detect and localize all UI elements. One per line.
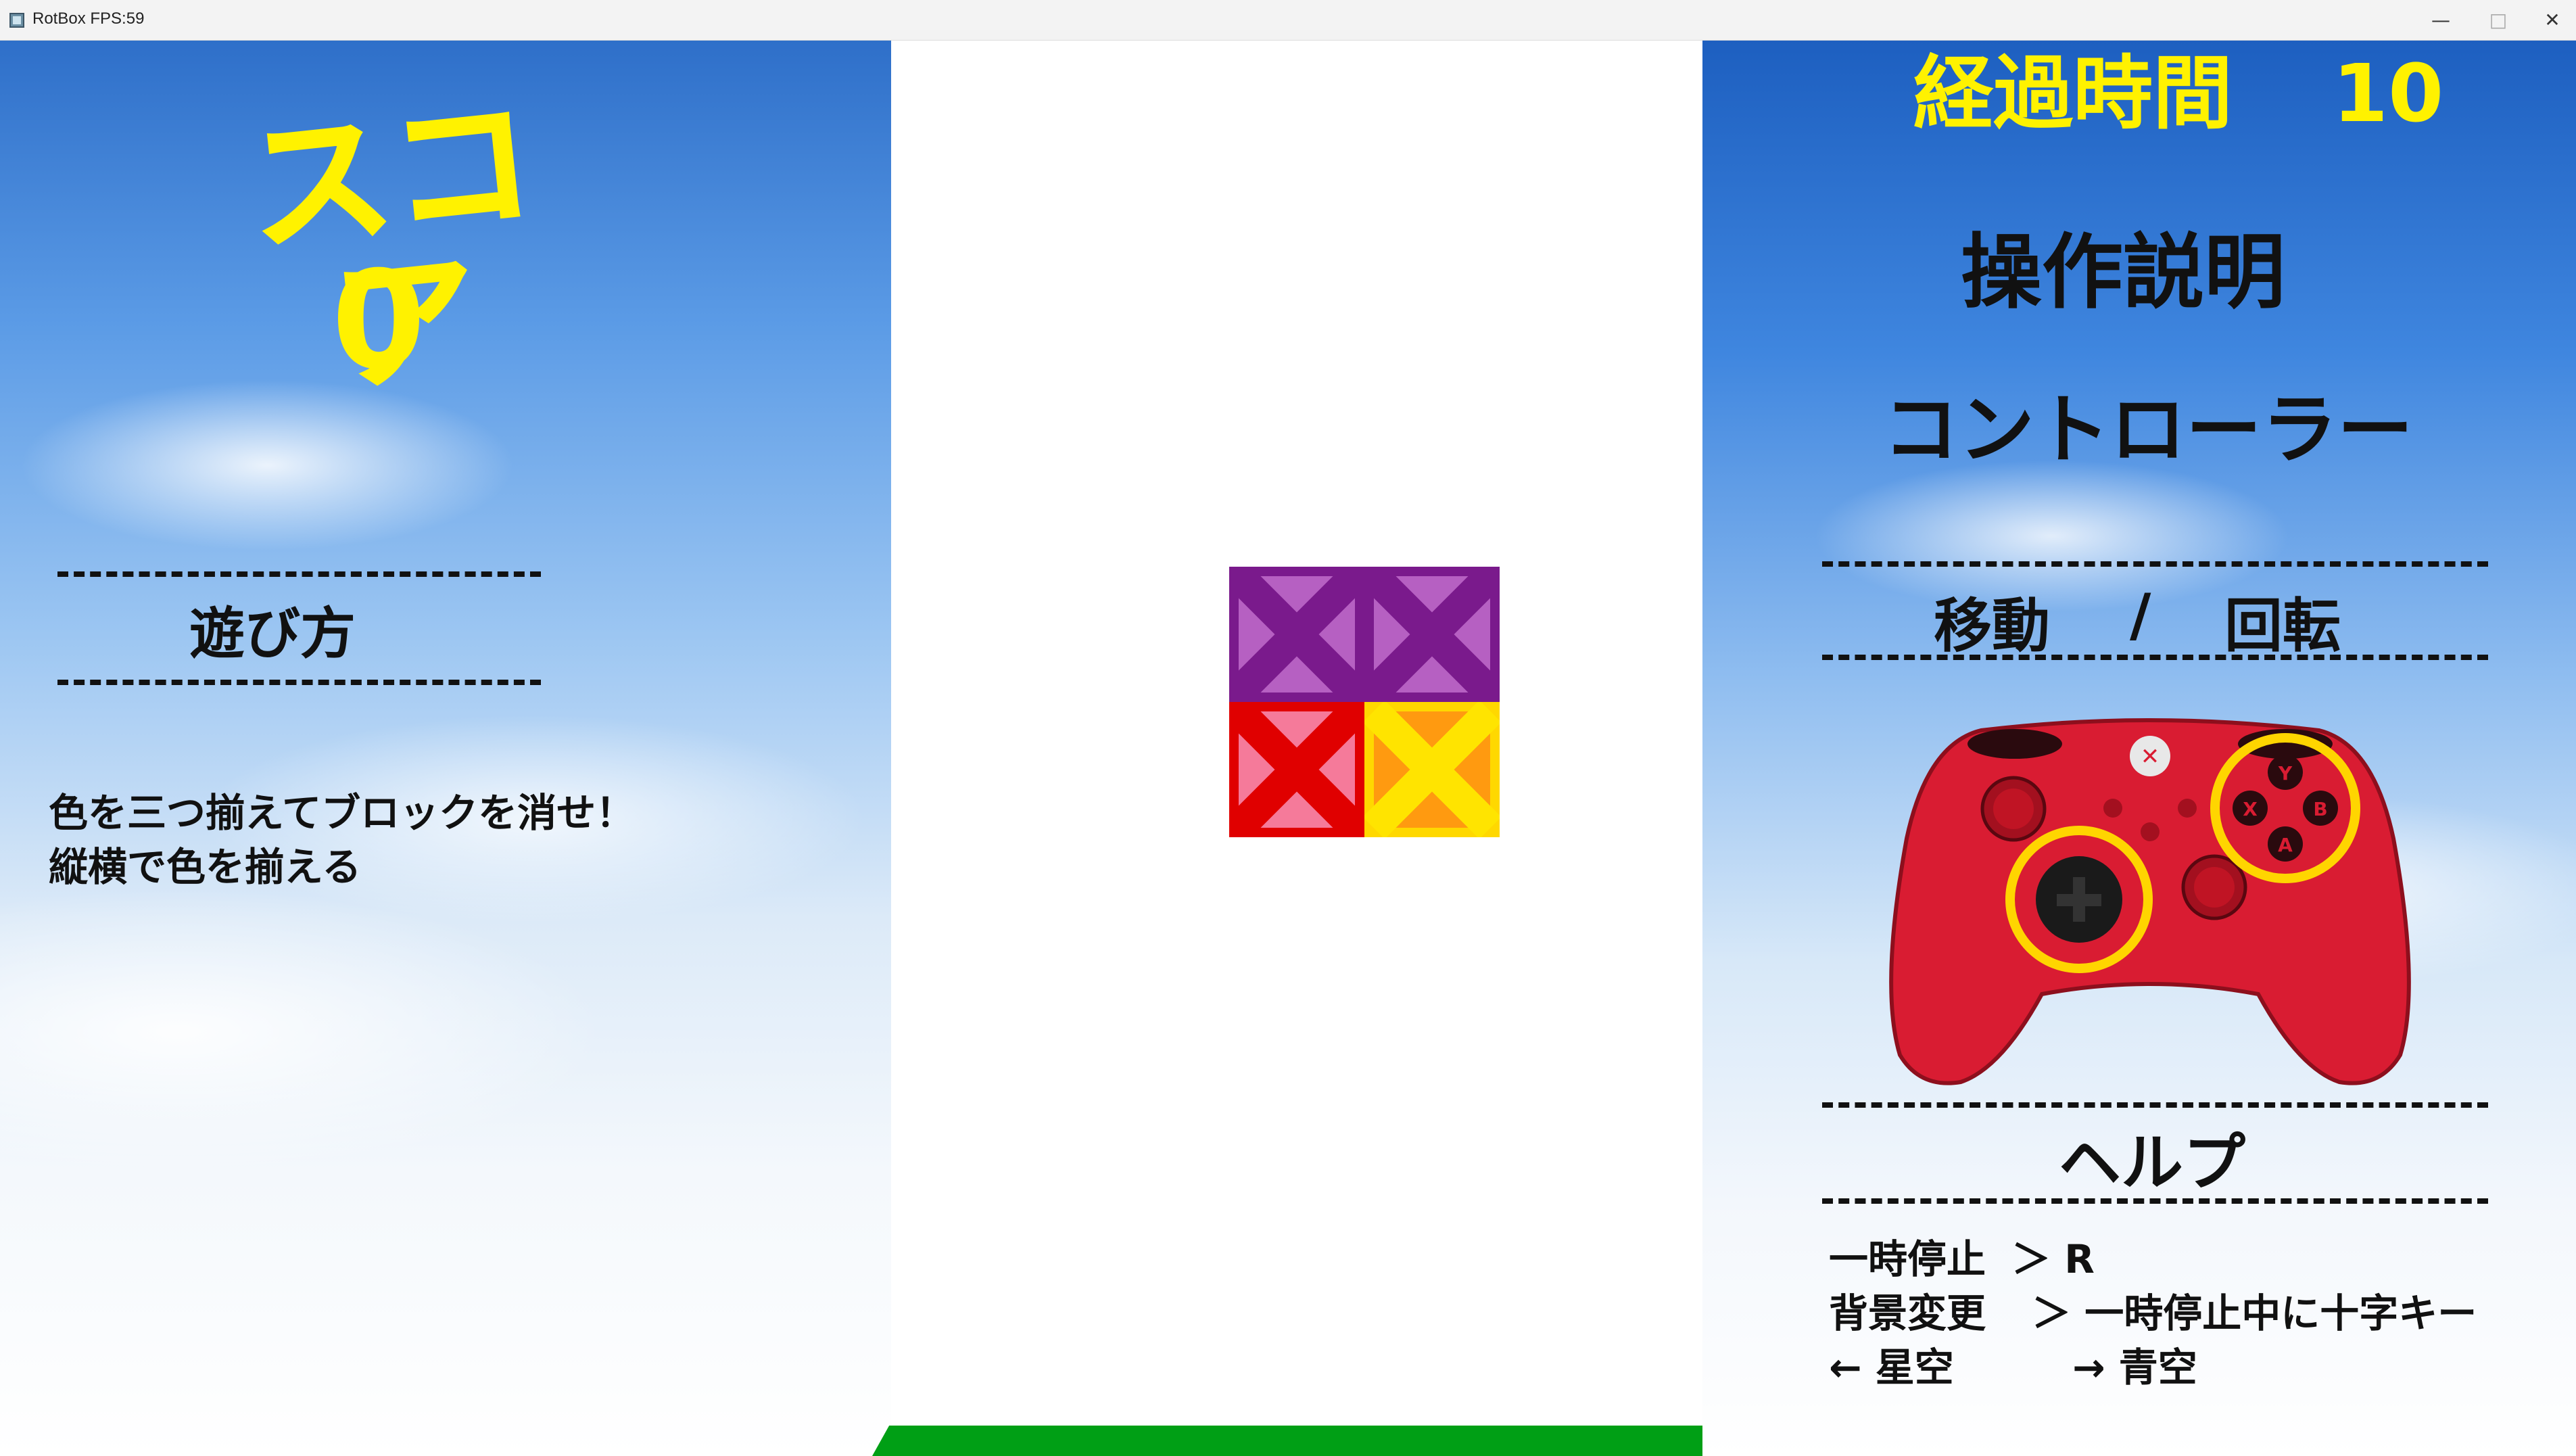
rotate-label: 回転 bbox=[2224, 592, 2341, 660]
block-yellow-bottom-right bbox=[1364, 702, 1500, 837]
help-heading: ヘルプ bbox=[2059, 1127, 2246, 1199]
close-button[interactable]: ✕ bbox=[2519, 0, 2576, 41]
button-a-label: A bbox=[2278, 834, 2293, 856]
howto-heading: 遊び方 bbox=[189, 602, 356, 666]
app-icon bbox=[9, 13, 24, 28]
window-titlebar: RotBox FPS:59 — □ ✕ bbox=[0, 0, 2576, 41]
move-label: 移動 bbox=[1934, 592, 2050, 660]
instruction-line-2: 縦横で色を揃える bbox=[49, 844, 362, 890]
help-line-2-key: 背景変更 bbox=[1829, 1290, 1986, 1336]
elapsed-time-value: 10 bbox=[2333, 47, 2444, 140]
howto-divider-bottom bbox=[57, 680, 541, 685]
help-divider-top bbox=[1822, 1102, 2488, 1108]
button-y-label: Y bbox=[2278, 762, 2293, 784]
help-line-1-key: 一時停止 bbox=[1829, 1236, 1986, 1282]
move-divider-top bbox=[1822, 561, 2488, 567]
help-divider-bottom bbox=[1822, 1198, 2488, 1204]
move-rotate-separator: / bbox=[2130, 582, 2151, 649]
svg-text:✕: ✕ bbox=[2141, 743, 2160, 770]
howto-divider-top bbox=[57, 571, 541, 577]
controller-heading: コントローラー bbox=[1883, 386, 2413, 474]
button-b-label: B bbox=[2313, 798, 2327, 820]
block-red-bottom-left bbox=[1229, 702, 1364, 837]
block-purple-top-left bbox=[1229, 567, 1364, 702]
help-line-3-right: → 青空 bbox=[2072, 1344, 2197, 1390]
floor-bar bbox=[872, 1426, 1721, 1456]
controls-heading: 操作説明 bbox=[1961, 226, 2285, 320]
help-line-1-value: ＞ R bbox=[2011, 1236, 2095, 1282]
help-line-3-left: ← 星空 bbox=[1829, 1344, 1954, 1390]
help-line-2-value: ＞ 一時停止中に十字キー bbox=[2032, 1290, 2477, 1336]
controller-illustration: ✕ Y X B A bbox=[1889, 718, 2411, 1085]
score-value: 0 bbox=[331, 242, 426, 400]
button-x-label: X bbox=[2243, 798, 2258, 820]
move-divider-bottom bbox=[1822, 655, 2488, 660]
elapsed-time-label: 経過時間 bbox=[1913, 47, 2233, 140]
instruction-line-1: 色を三つ揃えてブロックを消せ！ bbox=[49, 790, 636, 836]
block-purple-top-right bbox=[1364, 567, 1500, 702]
window-title: RotBox FPS:59 bbox=[32, 9, 145, 28]
